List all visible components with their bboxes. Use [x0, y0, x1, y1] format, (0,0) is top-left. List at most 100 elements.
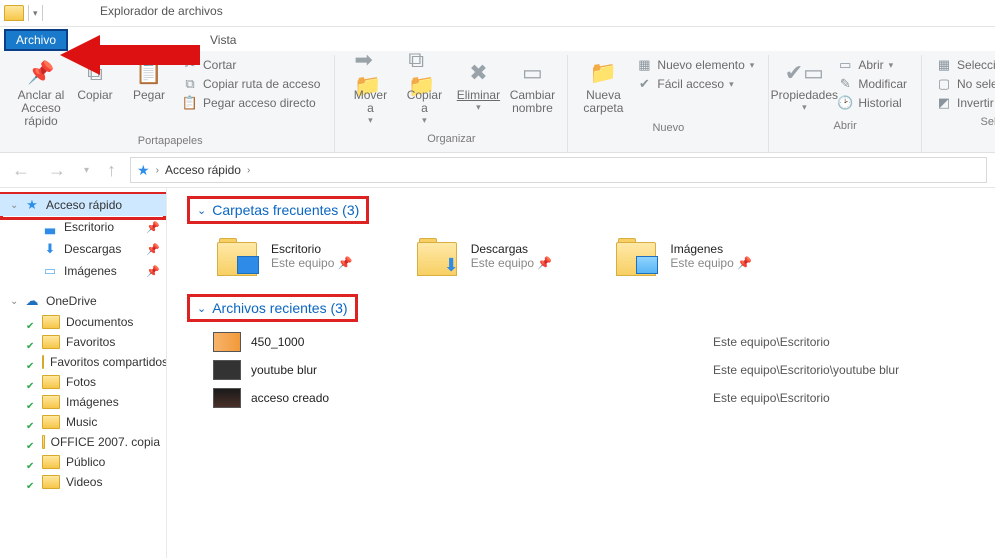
folder-card[interactable]: EscritorioEste equipo 📌 [213, 236, 353, 276]
properties-button[interactable]: ✔▭ Propiedades [777, 55, 831, 117]
folder-card[interactable]: DescargasEste equipo 📌 [413, 236, 553, 276]
nav-public[interactable]: ✔Público [0, 452, 166, 472]
chevron-right-icon[interactable]: › [156, 165, 159, 176]
select-none-button[interactable]: ▢No seleccionar ninguno [936, 76, 995, 92]
nav-images[interactable]: ▭Imágenes📌 [0, 260, 166, 282]
open-icon: ▭ [837, 57, 853, 73]
copy-to-button[interactable]: ⧉📁 Copiara [397, 55, 451, 130]
star-icon: ★ [24, 197, 40, 213]
quick-access-icon: ★ [137, 162, 150, 179]
list-item[interactable]: youtube blur Este equipo\Escritorio\yout… [213, 356, 975, 384]
navigation-tree[interactable]: ⌄ ★ Acceso rápido ▃Escritorio📌 ⬇Descarga… [0, 188, 167, 558]
folder-icon-images [612, 236, 660, 276]
select-all-icon: ▦ [936, 57, 952, 73]
new-item-button[interactable]: ▦Nuevo elemento [636, 57, 754, 73]
nav-onedrive[interactable]: ⌄☁OneDrive [0, 290, 166, 312]
invert-icon: ◩ [936, 95, 952, 111]
qat-dropdown-icon[interactable]: ▾ [33, 8, 38, 19]
pin-icon: 📌 [25, 59, 57, 87]
select-none-icon: ▢ [936, 76, 952, 92]
copy-to-icon: ⧉📁 [408, 59, 440, 87]
folder-icon [42, 475, 60, 489]
list-item[interactable]: 450_1000 Este equipo\Escritorio [213, 328, 975, 356]
nav-favorites-shared[interactable]: ✔Favoritos compartidos [0, 352, 166, 372]
ribbon-tabs: Archivo Vista [0, 27, 995, 51]
section-recent-files[interactable]: ⌄ Archivos recientes (3) [193, 298, 352, 318]
file-thumbnail [213, 388, 241, 408]
nav-forward-button[interactable]: → [44, 160, 70, 181]
easy-access-button[interactable]: ✔Fácil acceso [636, 76, 754, 92]
nav-images2[interactable]: ✔Imágenes [0, 392, 166, 412]
section-frequent-folders[interactable]: ⌄ Carpetas frecuentes (3) [193, 200, 363, 220]
nav-office[interactable]: ✔OFFICE 2007. copia [0, 432, 166, 452]
sync-ok-icon: ✔ [26, 441, 34, 452]
tab-vista[interactable]: Vista [198, 29, 248, 51]
nav-back-button[interactable]: ← [8, 160, 34, 181]
frequent-folders-row: EscritorioEste equipo 📌 DescargasEste eq… [213, 236, 975, 276]
nav-downloads[interactable]: ⬇Descargas📌 [0, 238, 166, 260]
address-bar[interactable]: ★ › Acceso rápido › [130, 157, 987, 183]
nav-recent-dropdown[interactable]: ▾ [80, 165, 93, 176]
nav-music[interactable]: ✔Music [0, 412, 166, 432]
sync-ok-icon: ✔ [26, 361, 34, 372]
folder-icon [42, 455, 60, 469]
folder-icon [42, 335, 60, 349]
easy-access-icon: ✔ [636, 76, 652, 92]
expand-icon[interactable]: ⌄ [10, 296, 18, 307]
tab-file[interactable]: Archivo [4, 29, 68, 51]
window-title: Explorador de archivos [100, 4, 223, 18]
nav-photos[interactable]: ✔Fotos [0, 372, 166, 392]
copy-path-button[interactable]: ⧉Copiar ruta de acceso [182, 76, 320, 92]
open-button[interactable]: ▭Abrir [837, 57, 907, 73]
images-icon: ▭ [42, 263, 58, 279]
cut-button[interactable]: ✂Cortar [182, 57, 320, 73]
new-folder-icon: 📁 [587, 59, 619, 87]
paste-shortcut-button[interactable]: 📋Pegar acceso directo [182, 95, 320, 111]
move-to-button[interactable]: ➡📁 Movera [343, 55, 397, 130]
history-button[interactable]: 🕑Historial [837, 95, 907, 111]
group-label-select: Seleccionar [980, 113, 995, 133]
sync-ok-icon: ✔ [26, 421, 34, 432]
titlebar: ▾ Explorador de archivos [0, 0, 995, 27]
expand-icon[interactable]: ⌄ [10, 200, 18, 211]
chevron-right-icon[interactable]: › [247, 165, 250, 176]
nav-up-button[interactable]: ↑ [103, 160, 120, 181]
invert-selection-button[interactable]: ◩Invertir selección [936, 95, 995, 111]
folder-card[interactable]: ImágenesEste equipo 📌 [612, 236, 752, 276]
sync-ok-icon: ✔ [26, 321, 34, 332]
paste-shortcut-icon: 📋 [182, 95, 198, 111]
download-icon: ⬇ [42, 241, 58, 257]
rename-button[interactable]: ▭ Cambiarnombre [505, 55, 559, 119]
nav-favorites[interactable]: ✔Favoritos [0, 332, 166, 352]
new-folder-button[interactable]: 📁 Nuevacarpeta [576, 55, 630, 119]
onedrive-icon: ☁ [24, 293, 40, 309]
ribbon-group-select: ▦Seleccionar todo ▢No seleccionar ningun… [922, 55, 995, 152]
body: ⌄ ★ Acceso rápido ▃Escritorio📌 ⬇Descarga… [0, 188, 995, 558]
nav-documents[interactable]: ✔Documentos [0, 312, 166, 332]
ribbon-group-new: 📁 Nuevacarpeta ▦Nuevo elemento ✔Fácil ac… [568, 55, 769, 152]
delete-button[interactable]: ✖ Eliminar [451, 55, 505, 117]
pin-icon: 📌 [146, 243, 160, 256]
folder-icon [42, 415, 60, 429]
group-label-new: Nuevo [652, 119, 684, 139]
chevron-down-icon[interactable]: ⌄ [197, 204, 206, 217]
history-icon: 🕑 [837, 95, 853, 111]
select-all-button[interactable]: ▦Seleccionar todo [936, 57, 995, 73]
nav-quick-access[interactable]: ⌄ ★ Acceso rápido [0, 194, 166, 216]
nav-desktop[interactable]: ▃Escritorio📌 [0, 216, 166, 238]
modify-button[interactable]: ✎Modificar [837, 76, 907, 92]
chevron-down-icon[interactable]: ⌄ [197, 302, 206, 315]
nav-videos[interactable]: ✔Videos [0, 472, 166, 492]
folder-icon [42, 315, 60, 329]
desktop-icon: ▃ [42, 219, 58, 235]
rename-icon: ▭ [516, 59, 548, 87]
list-item[interactable]: acceso creado Este equipo\Escritorio [213, 384, 975, 412]
pin-icon: 📌 [537, 256, 552, 270]
content-pane[interactable]: ⌄ Carpetas frecuentes (3) EscritorioEste… [167, 188, 995, 558]
properties-icon: ✔▭ [788, 59, 820, 87]
pin-icon: 📌 [146, 265, 160, 278]
ribbon-group-organize: ➡📁 Movera ⧉📁 Copiara ✖ Eliminar ▭ Cambia… [335, 55, 568, 152]
move-to-icon: ➡📁 [354, 59, 386, 87]
breadcrumb-root[interactable]: Acceso rápido [165, 163, 241, 177]
file-thumbnail [213, 332, 241, 352]
